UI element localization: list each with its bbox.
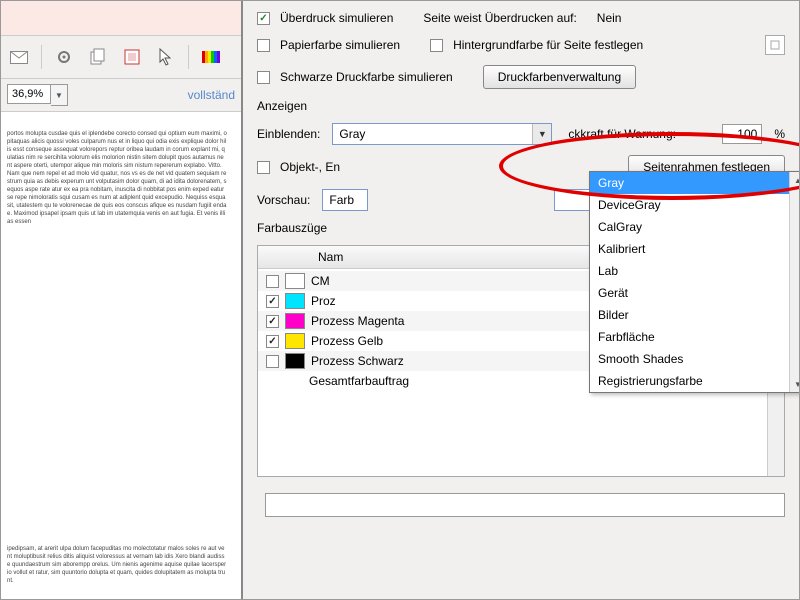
chevron-down-icon[interactable]: ▼ [532,124,551,144]
row-checkbox[interactable] [266,355,279,368]
zoom-dropdown-arrow[interactable]: ▼ [51,84,68,106]
vorschau-select[interactable]: Farb [322,189,368,211]
left-top-strip [1,1,241,36]
zoom-row: ▼ vollständ [1,79,241,112]
color-spectrum-icon[interactable] [199,45,223,69]
deckkraft-input[interactable] [722,124,762,144]
bgcolor-label: Hintergrundfarbe für Seite festlegen [453,38,643,52]
vorschau-value: Farb [323,193,367,207]
papercolor-checkbox[interactable] [257,39,270,52]
einblenden-value: Gray [333,127,532,141]
row-checkbox[interactable] [266,335,279,348]
objekt-label: Objekt-, En [280,160,340,174]
row-checkbox[interactable] [266,315,279,328]
row-checkbox[interactable] [266,295,279,308]
color-swatch [285,273,305,289]
document-text-top: portos molupta cusdae quis el iplendebe … [7,130,227,230]
blackink-checkbox[interactable] [257,71,270,84]
bgcolor-checkbox[interactable] [430,39,443,52]
dropdown-option[interactable]: Gerät [590,282,799,304]
papercolor-label: Papierfarbe simulieren [280,38,400,52]
einblenden-select[interactable]: Gray ▼ [332,123,552,145]
color-swatch [285,333,305,349]
percent-label: % [774,127,785,141]
color-swatch [285,293,305,309]
separator [188,45,189,69]
view-mode-link[interactable]: vollständ [188,88,235,102]
dropdown-option[interactable]: Bilder [590,304,799,326]
row-checkbox[interactable] [266,275,279,288]
dropdown-option[interactable]: Smooth Shades [590,348,799,370]
cursor-icon[interactable] [154,45,178,69]
dropdown-option[interactable]: Lab [590,260,799,282]
bgcolor-toggle-icon[interactable] [765,35,785,55]
right-pane: Überdruck simulieren Seite weist Überdru… [243,1,799,599]
vorschau-label: Vorschau: [257,193,310,207]
pages-icon[interactable] [86,45,110,69]
document-preview[interactable]: portos molupta cusdae quis el iplendebe … [1,112,241,599]
page-overprint-label: Seite weist Überdrucken auf: [423,11,576,25]
scroll-down-icon[interactable]: ▼ [790,376,799,392]
dropdown-option[interactable]: DeviceGray [590,194,799,216]
deckkraft-label: ckkraft für Warnung: [568,127,676,141]
objekt-checkbox[interactable] [257,161,270,174]
dropdown-option[interactable]: Gray [590,172,799,194]
einblenden-dropdown-list[interactable]: GrayDeviceGrayCalGrayKalibriertLabGerätB… [589,171,799,393]
bottom-summary-row [257,493,785,517]
blackink-label: Schwarze Druckfarbe simulieren [280,70,453,84]
left-pane: ▼ vollständ portos molupta cusdae quis e… [1,1,243,599]
gear-icon[interactable] [52,45,76,69]
print-preview-icon[interactable] [120,45,144,69]
document-text-bottom: ipedipsam, at arerit ulpa dolum facepudi… [7,545,227,589]
overprint-sim-checkbox[interactable] [257,12,270,25]
dropdown-option[interactable]: Farbfläche [590,326,799,348]
anzeigen-heading: Anzeigen [257,99,785,113]
einblenden-label: Einblenden: [257,127,320,141]
dropdown-option[interactable]: CalGray [590,216,799,238]
page-overprint-value: Nein [597,11,622,25]
bottom-summary-field[interactable] [265,493,785,517]
left-toolbar [1,36,241,79]
dropdown-option[interactable]: Kalibriert [590,238,799,260]
color-swatch [285,353,305,369]
dropdown-option[interactable]: Registrierungsfarbe [590,370,799,392]
mail-icon[interactable] [7,45,31,69]
separator [41,45,42,69]
zoom-input[interactable] [7,84,51,104]
color-swatch [285,313,305,329]
scroll-up-icon[interactable]: ▲ [790,172,799,188]
overprint-sim-label: Überdruck simulieren [280,11,393,25]
ink-manager-button[interactable]: Druckfarbenverwaltung [483,65,636,89]
